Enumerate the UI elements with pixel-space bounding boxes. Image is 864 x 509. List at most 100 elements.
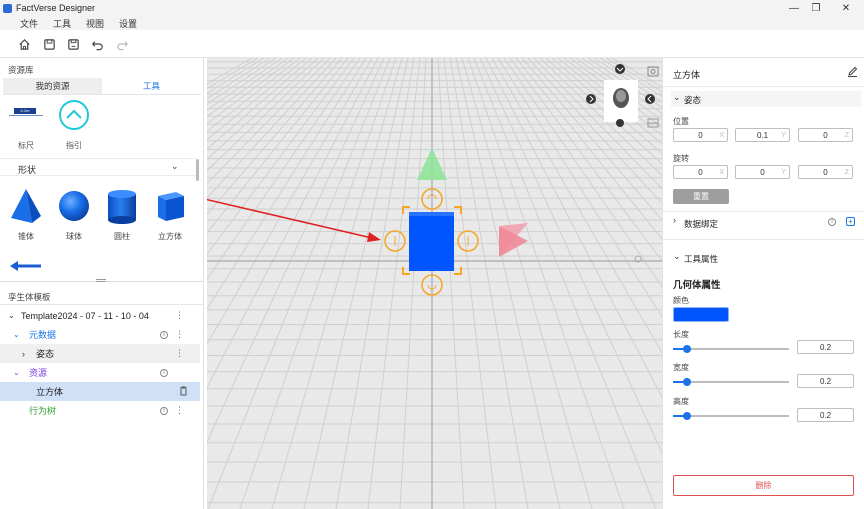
cube-shape[interactable] [150,186,190,228]
rotation-x-input[interactable]: 0X [673,165,728,179]
cone-label: 锥体 [18,232,34,241]
info-icon[interactable]: i [160,368,168,377]
tree-label-resources: 资源 [29,368,48,378]
undo-icon[interactable] [90,37,104,51]
chevron-right-icon[interactable]: › [22,349,25,359]
chevron-down-icon: ⌄ [171,161,179,171]
properties-panel: 立方体 ⌄ 姿态 位置 0X 0.1 Y 0Z 旋转 0X 0Y 0Z 重置 › … [662,58,864,509]
position-y-input[interactable]: 0.1 Y [735,128,790,142]
object-name: 立方体 [673,70,701,80]
tool-props-section-header[interactable]: ⌄ 工具属性 [671,250,861,266]
ruler-tool[interactable]: 0.1m [7,100,45,132]
edit-icon[interactable] [847,66,858,79]
tree-item-template[interactable]: ⌄ Template2024 - 07 - 11 - 10 - 04 ⋮ [0,306,200,325]
save-icon[interactable] [42,37,56,51]
info-icon[interactable]: i [160,330,168,339]
trash-icon[interactable] [179,386,188,398]
height-slider-knob[interactable] [683,412,691,420]
sphere-label: 球体 [66,232,82,241]
info-icon[interactable]: i [828,218,836,226]
length-input[interactable]: 0.2 [797,340,854,354]
home-icon[interactable] [17,37,31,51]
arrow-shape[interactable] [6,252,46,280]
redo-icon[interactable] [115,37,129,51]
chevron-down-icon[interactable]: ⌄ [13,330,20,339]
position-x-input[interactable]: 0X [673,128,728,142]
more-icon[interactable]: ⋮ [175,405,184,416]
tree-item-cube[interactable]: 立方体 [0,382,200,401]
reset-button[interactable]: 重置 [673,189,729,204]
splitter-handle-icon[interactable] [96,279,106,282]
maximize-icon[interactable]: ❐ [802,0,830,16]
menu-file[interactable]: 文件 [20,17,38,30]
width-slider-knob[interactable] [683,378,691,386]
more-icon[interactable]: ⋮ [175,348,184,359]
tree-label-pose: 姿态 [36,349,55,359]
tree-item-resources[interactable]: ⌄ 资源 i [0,363,200,382]
tab-my-resources[interactable]: 我的资源 [3,78,102,94]
height-label: 高度 [673,397,689,406]
more-icon[interactable]: ⋮ [175,329,184,340]
menu-settings[interactable]: 设置 [119,17,137,30]
length-slider-knob[interactable] [683,345,691,353]
left-panel: 资源库 我的资源 工具 0.1m 标尺 指引 形状 ⌄ 锥体 球体 圆柱 立方体… [0,58,204,509]
rotation-z-input[interactable]: 0Z [798,165,853,179]
pose-section-label: 姿态 [684,95,702,105]
sphere-icon [59,191,89,221]
nav-up-icon[interactable] [615,64,625,74]
data-binding-label: 数据绑定 [684,219,719,229]
cone-shape[interactable] [6,186,46,228]
chevron-right-icon: › [673,215,676,225]
menu-tools[interactable]: 工具 [53,17,71,30]
title-bar: FactVerse Designer — ❐ ✕ [0,0,864,16]
add-binding-icon[interactable]: + [846,217,855,226]
3d-viewport[interactable] [207,58,662,509]
ruler-label: 标尺 [18,141,34,150]
selected-cube[interactable] [409,212,454,271]
color-swatch[interactable] [673,307,729,322]
chevron-down-icon: ⌄ [673,92,681,102]
cylinder-shape[interactable] [102,186,142,228]
geometry-title: 几何体属性 [673,280,721,291]
scrollbar[interactable] [196,159,199,181]
height-input[interactable]: 0.2 [797,408,854,422]
guide-icon [59,100,89,130]
close-icon[interactable]: ✕ [832,0,860,16]
tree-item-behavior-tree[interactable]: 行为树 i ⋮ [0,401,200,420]
menu-bar: 文件 工具 视图 设置 [0,16,864,30]
position-z-input[interactable]: 0Z [798,128,853,142]
width-label: 宽度 [673,363,689,372]
color-label: 颜色 [673,296,689,305]
pose-section-header[interactable]: ⌄ 姿态 [671,91,861,107]
shapes-header[interactable]: 形状 ⌄ [0,158,196,176]
toolbar [0,30,864,58]
scene-canvas[interactable] [207,58,662,509]
chevron-down-icon[interactable]: ⌄ [13,368,20,377]
nav-down-icon[interactable] [616,119,624,127]
tree-label-template: Template2024 - 07 - 11 - 10 - 04 [21,310,149,321]
chevron-down-icon[interactable]: ⌄ [8,311,15,320]
info-icon[interactable]: i [160,406,168,415]
app-logo-icon [3,3,12,13]
sphere-shape[interactable] [54,186,94,228]
tree-item-metadata[interactable]: ⌄ 元数据 i ⋮ [0,325,200,344]
cone-icon [11,189,41,223]
cube-icon [158,192,184,221]
save-as-icon[interactable] [66,37,80,51]
more-icon[interactable]: ⋮ [175,310,184,321]
nav-left-icon[interactable] [586,94,596,104]
resource-library-title: 资源库 [8,65,34,75]
tree-item-pose[interactable]: › 姿态 ⋮ [0,344,200,363]
resource-tabs: 我的资源 工具 [3,78,201,95]
arrow-left-icon [10,261,41,271]
rotation-y-input[interactable]: 0Y [735,165,790,179]
nav-right-icon[interactable] [645,94,655,104]
tab-tools[interactable]: 工具 [102,78,201,94]
menu-view[interactable]: 视图 [86,17,104,30]
data-binding-section-header[interactable]: › 数据绑定 i + [671,215,861,231]
width-input[interactable]: 0.2 [797,374,854,388]
tool-props-label: 工具属性 [684,254,719,264]
cylinder-icon [108,190,136,224]
guide-tool[interactable] [56,98,92,132]
delete-button[interactable]: 删除 [673,475,854,496]
